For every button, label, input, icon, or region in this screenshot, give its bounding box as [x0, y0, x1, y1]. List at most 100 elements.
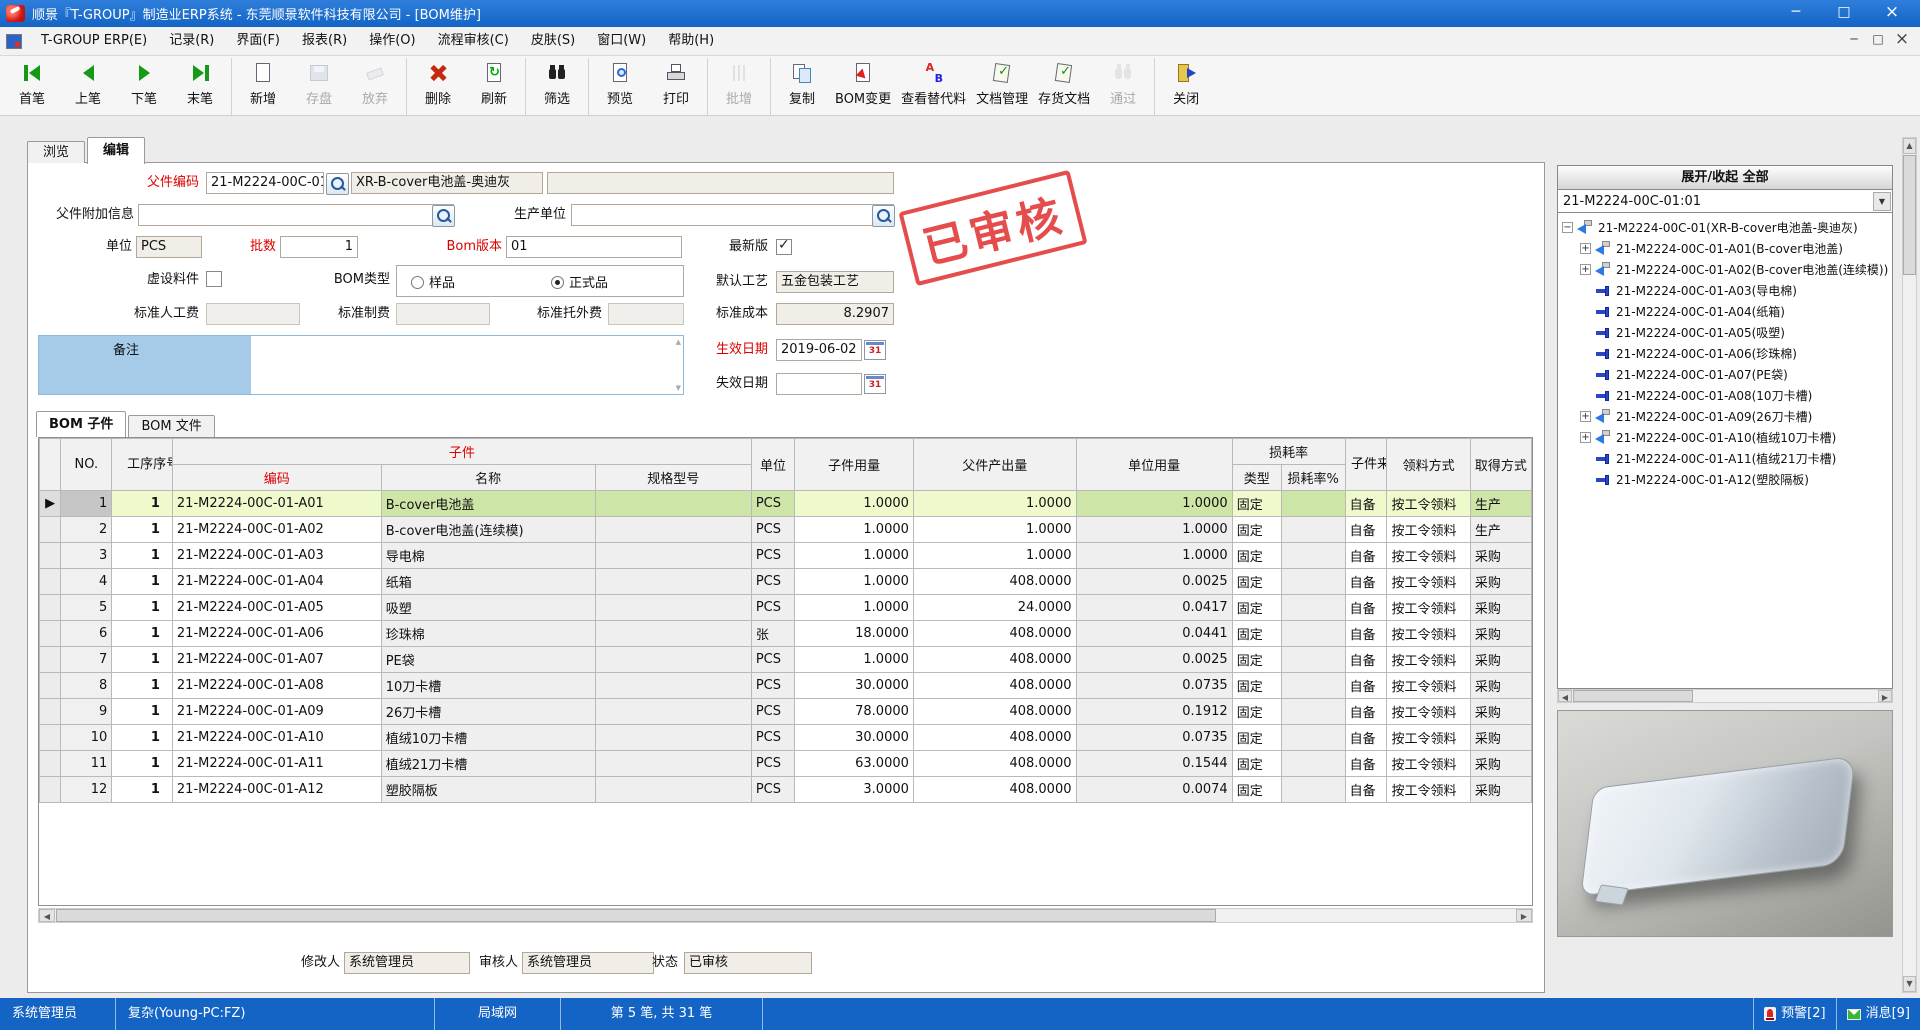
cell-unit-qty[interactable]: 0.1912 [1076, 699, 1232, 725]
cell-qty[interactable]: 1.0000 [795, 543, 914, 569]
toolbar-button[interactable]: 新增 [235, 58, 291, 115]
cell-spec[interactable] [595, 517, 751, 543]
cell-spec[interactable] [595, 725, 751, 751]
cell-loss-type[interactable]: 固定 [1232, 673, 1281, 699]
virtual-part-checkbox[interactable] [206, 271, 222, 287]
grid-hscrollbar[interactable] [38, 908, 1533, 923]
cell-seq[interactable]: 1 [112, 673, 173, 699]
toolbar-button[interactable]: 查看替代料 [896, 58, 971, 115]
tree-node[interactable]: 21-M2224-00C-01-A05(吸塑) [1558, 322, 1892, 343]
cell-pick-method[interactable]: 按工令领料 [1387, 621, 1470, 647]
cell-name[interactable]: B-cover电池盖(连续模) [381, 517, 595, 543]
cell-source[interactable]: 自备 [1345, 725, 1387, 751]
cell-unit-qty[interactable]: 0.0025 [1076, 647, 1232, 673]
col-acquire-method[interactable]: 取得方式 [1470, 439, 1531, 491]
col-unit[interactable]: 单位 [751, 439, 794, 491]
cell-qty[interactable]: 1.0000 [795, 595, 914, 621]
cell-pick-method[interactable]: 按工令领料 [1387, 569, 1470, 595]
cell-loss-type[interactable]: 固定 [1232, 725, 1281, 751]
cell-code[interactable]: 21-M2224-00C-01-A06 [172, 621, 381, 647]
batch-input[interactable]: 1 [280, 236, 358, 258]
scroll-left-icon[interactable] [1558, 690, 1572, 702]
cell-parent-output[interactable]: 408.0000 [913, 725, 1076, 751]
toolbar-button[interactable]: 删除 [410, 58, 466, 115]
row-selector[interactable] [40, 647, 61, 673]
col-name[interactable]: 名称 [381, 465, 595, 491]
statusbar-messages[interactable]: 消息[9] [1836, 998, 1920, 1030]
panel-vscrollbar[interactable] [1902, 137, 1917, 993]
col-spec[interactable]: 规格型号 [595, 465, 751, 491]
cell-unit-qty[interactable]: 0.1544 [1076, 751, 1232, 777]
cell-unit[interactable]: PCS [751, 491, 794, 517]
cell-acquire-method[interactable]: 采购 [1470, 751, 1531, 777]
table-row[interactable]: 6 1 21-M2224-00C-01-A06 珍珠棉 张 18.0000 40… [40, 621, 1532, 647]
grid-hscrollbar-thumb[interactable] [56, 909, 1216, 922]
cell-loss-rate[interactable] [1281, 491, 1345, 517]
row-selector[interactable] [40, 725, 61, 751]
cell-unit[interactable]: PCS [751, 595, 794, 621]
col-unit-qty[interactable]: 单位用量 [1076, 439, 1232, 491]
cell-code[interactable]: 21-M2224-00C-01-A12 [172, 777, 381, 803]
child-minimize-button[interactable] [1842, 29, 1866, 51]
cell-unit[interactable]: PCS [751, 517, 794, 543]
cell-loss-rate[interactable] [1281, 569, 1345, 595]
toolbar-button[interactable]: 刷新 [466, 58, 526, 115]
row-selector[interactable] [40, 517, 61, 543]
tree-node[interactable]: 21-M2224-00C-01-A03(导电棉) [1558, 280, 1892, 301]
scroll-left-icon[interactable] [39, 909, 55, 922]
col-pick-method[interactable]: 领料方式 [1387, 439, 1470, 491]
toolbar-button[interactable]: 存盘 [291, 58, 347, 115]
cell-pick-method[interactable]: 按工令领料 [1387, 673, 1470, 699]
cell-spec[interactable] [595, 777, 751, 803]
cell-loss-rate[interactable] [1281, 699, 1345, 725]
tree-node[interactable]: 21-M2224-00C-01-A01(B-cover电池盖) [1558, 238, 1892, 259]
view-tab[interactable]: 浏览 [27, 141, 85, 163]
cell-parent-output[interactable]: 1.0000 [913, 517, 1076, 543]
cell-source[interactable]: 自备 [1345, 595, 1387, 621]
menu-item[interactable]: T-GROUP ERP(E) [30, 27, 158, 56]
child-restore-button[interactable] [1866, 29, 1890, 51]
cell-code[interactable]: 21-M2224-00C-01-A10 [172, 725, 381, 751]
cell-pick-method[interactable]: 按工令领料 [1387, 751, 1470, 777]
effective-date-calendar-button[interactable]: 31 [864, 340, 886, 360]
table-row[interactable]: 3 1 21-M2224-00C-01-A03 导电棉 PCS 1.0000 1… [40, 543, 1532, 569]
cell-unit[interactable]: PCS [751, 751, 794, 777]
cell-parent-output[interactable]: 408.0000 [913, 751, 1076, 777]
expiry-date-calendar-button[interactable]: 31 [864, 374, 886, 394]
cell-source[interactable]: 自备 [1345, 569, 1387, 595]
row-selector[interactable] [40, 621, 61, 647]
cell-unit[interactable]: PCS [751, 647, 794, 673]
cell-qty[interactable]: 18.0000 [795, 621, 914, 647]
window-minimize-button[interactable] [1772, 0, 1820, 27]
cell-code[interactable]: 21-M2224-00C-01-A02 [172, 517, 381, 543]
tree-node[interactable]: 21-M2224-00C-01-A12(塑胶隔板) [1558, 469, 1892, 490]
cell-unit[interactable]: PCS [751, 725, 794, 751]
cell-unit[interactable]: PCS [751, 699, 794, 725]
cell-parent-output[interactable]: 408.0000 [913, 647, 1076, 673]
toolbar-button[interactable]: 预览 [592, 58, 648, 115]
view-tab[interactable]: 编辑 [87, 137, 145, 164]
scroll-right-icon[interactable] [1516, 909, 1532, 922]
menu-item[interactable]: 窗口(W) [586, 27, 657, 56]
cell-source[interactable]: 自备 [1345, 543, 1387, 569]
cell-source[interactable]: 自备 [1345, 777, 1387, 803]
latest-version-checkbox[interactable] [776, 239, 792, 255]
toolbar-button[interactable]: 文档管理 [971, 58, 1033, 115]
toolbar-button[interactable]: 末笔 [172, 58, 232, 115]
menu-item[interactable]: 皮肤(S) [520, 27, 586, 56]
cell-loss-rate[interactable] [1281, 647, 1345, 673]
cell-code[interactable]: 21-M2224-00C-01-A03 [172, 543, 381, 569]
table-row[interactable]: 2 1 21-M2224-00C-01-A02 B-cover电池盖(连续模) … [40, 517, 1532, 543]
tree-node[interactable]: 21-M2224-00C-01-A02(B-cover电池盖(连续模)) [1558, 259, 1892, 280]
cell-spec[interactable] [595, 569, 751, 595]
cell-code[interactable]: 21-M2224-00C-01-A05 [172, 595, 381, 621]
col-loss-type[interactable]: 类型 [1232, 465, 1281, 491]
cell-pick-method[interactable]: 按工令领料 [1387, 647, 1470, 673]
table-row[interactable]: 5 1 21-M2224-00C-01-A05 吸塑 PCS 1.0000 24… [40, 595, 1532, 621]
window-maximize-button[interactable] [1820, 0, 1868, 27]
cell-loss-type[interactable]: 固定 [1232, 621, 1281, 647]
parent-code-input[interactable]: 21-M2224-00C-01 [206, 172, 324, 194]
tree-node[interactable]: 21-M2224-00C-01-A11(植绒21刀卡槽) [1558, 448, 1892, 469]
cell-name[interactable]: 植绒21刀卡槽 [381, 751, 595, 777]
cell-acquire-method[interactable]: 采购 [1470, 595, 1531, 621]
